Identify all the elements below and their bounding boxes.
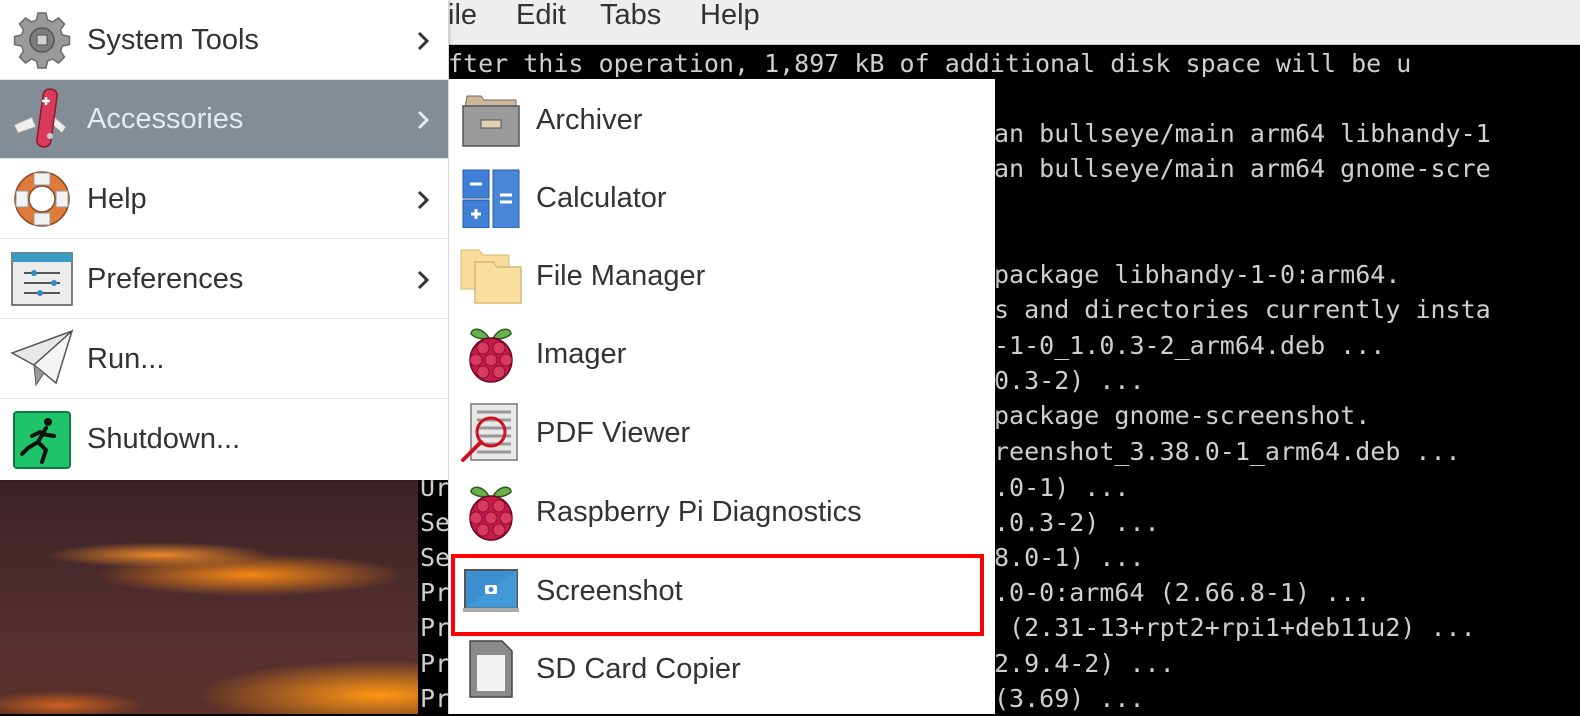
menu-edit[interactable]: Edit: [516, 0, 566, 44]
terminal-line-fragment: Se: [420, 508, 451, 537]
submenu-item-label: Archiver: [536, 103, 643, 136]
terminal-line: .0-1) ...: [994, 473, 1130, 502]
terminal-line: an bullseye/main arm64 libhandy-1: [994, 119, 1491, 148]
terminal-line: (3.69) ...: [994, 684, 1145, 713]
main-menu: System Tools Accessories Help Preference…: [0, 0, 449, 480]
submenu-item-archiver[interactable]: Archiver: [449, 81, 995, 159]
submenu-item-label: Imager: [536, 337, 627, 370]
chevron-right-icon: [416, 160, 430, 239]
terminal-line-fragment: Pr: [420, 649, 451, 678]
terminal-menubar: ile Edit Tabs Help: [418, 0, 1580, 45]
terminal-line: package gnome-screenshot.: [994, 401, 1371, 430]
menu-tabs[interactable]: Tabs: [600, 0, 661, 44]
submenu-item-raspberry-pi-diagnostics[interactable]: Raspberry Pi Diagnostics: [449, 473, 995, 551]
menu-file[interactable]: ile: [448, 0, 477, 44]
terminal-line: (2.31-13+rpt2+rpi1+deb11u2) ...: [994, 613, 1476, 642]
menu-item-accessories[interactable]: Accessories: [0, 80, 448, 159]
submenu-item-label: Raspberry Pi Diagnostics: [536, 495, 862, 528]
terminal-line-fragment: Pr: [420, 578, 451, 607]
menu-item-label: Preferences: [87, 262, 244, 295]
screenshot-icon: [459, 559, 523, 623]
folder-icon: [459, 244, 523, 308]
paper-plane-icon: [10, 327, 74, 391]
chevron-right-icon: [416, 1, 430, 80]
chevron-right-icon: [416, 80, 430, 159]
chevron-right-icon: [416, 240, 430, 319]
submenu-item-sd-card-copier[interactable]: SD Card Copier: [449, 630, 995, 708]
terminal-line: an bullseye/main arm64 gnome-scre: [994, 154, 1491, 183]
gear-icon: [10, 8, 74, 72]
submenu-item-calculator[interactable]: Calculator: [449, 159, 995, 237]
terminal-line: 8.0-1) ...: [994, 543, 1145, 572]
terminal-line-fragment: Se: [420, 543, 451, 572]
terminal-line: .0.3-2) ...: [994, 508, 1160, 537]
terminal-line: reenshot_3.38.0-1_arm64.deb ...: [994, 437, 1461, 466]
terminal-line: fter this operation, 1,897 kB of additio…: [448, 49, 1412, 78]
submenu-item-imager[interactable]: Imager: [449, 315, 995, 393]
menu-item-system-tools[interactable]: System Tools: [0, 1, 448, 80]
accessories-submenu: Archiver Calculator File Manager Imager …: [448, 79, 995, 714]
menu-item-label: Run...: [87, 342, 165, 375]
sliders-icon: [10, 247, 74, 311]
menu-item-preferences[interactable]: Preferences: [0, 240, 448, 319]
submenu-item-file-manager[interactable]: File Manager: [449, 237, 995, 315]
submenu-item-label: Calculator: [536, 181, 667, 214]
terminal-line-fragment: Pr: [420, 684, 451, 713]
terminal-line: -1-0_1.0.3-2_arm64.deb ...: [994, 331, 1386, 360]
menu-item-run[interactable]: Run...: [0, 320, 448, 399]
terminal-line: s and directories currently insta: [994, 295, 1491, 324]
menu-item-help[interactable]: Help: [0, 160, 448, 239]
submenu-item-label: PDF Viewer: [536, 416, 691, 449]
terminal-line-fragment: Pr: [420, 613, 451, 642]
raspberry-icon: [459, 322, 523, 386]
exit-icon: [10, 408, 74, 472]
terminal-line: 0.3-2) ...: [994, 366, 1145, 395]
menu-item-label: Shutdown...: [87, 423, 241, 455]
menu-item-label: Help: [87, 182, 147, 215]
submenu-item-label: File Manager: [536, 259, 706, 292]
terminal-line: package libhandy-1-0:arm64.: [994, 260, 1401, 289]
menu-help[interactable]: Help: [700, 0, 760, 44]
calculator-icon: [459, 166, 523, 230]
raspberry-icon: [459, 480, 523, 544]
sd-card-icon: [459, 637, 523, 701]
submenu-item-pdf-viewer[interactable]: PDF Viewer: [449, 394, 995, 472]
pdf-viewer-icon: [459, 401, 523, 465]
menu-item-shutdown[interactable]: Shutdown...: [0, 400, 448, 479]
archive-drawer-icon: [459, 88, 523, 152]
menu-item-label: System Tools: [87, 23, 259, 56]
menu-item-label: Accessories: [87, 102, 244, 135]
terminal-line: 2.9.4-2) ...: [994, 649, 1175, 678]
terminal-line: .0-0:arm64 (2.66.8-1) ...: [994, 578, 1371, 607]
swiss-knife-icon: [10, 87, 74, 151]
submenu-item-label: SD Card Copier: [536, 652, 741, 685]
submenu-item-screenshot[interactable]: Screenshot: [449, 552, 995, 630]
lifebuoy-icon: [10, 167, 74, 231]
desktop-wallpaper: [0, 480, 420, 714]
submenu-item-label: Screenshot: [536, 574, 683, 607]
